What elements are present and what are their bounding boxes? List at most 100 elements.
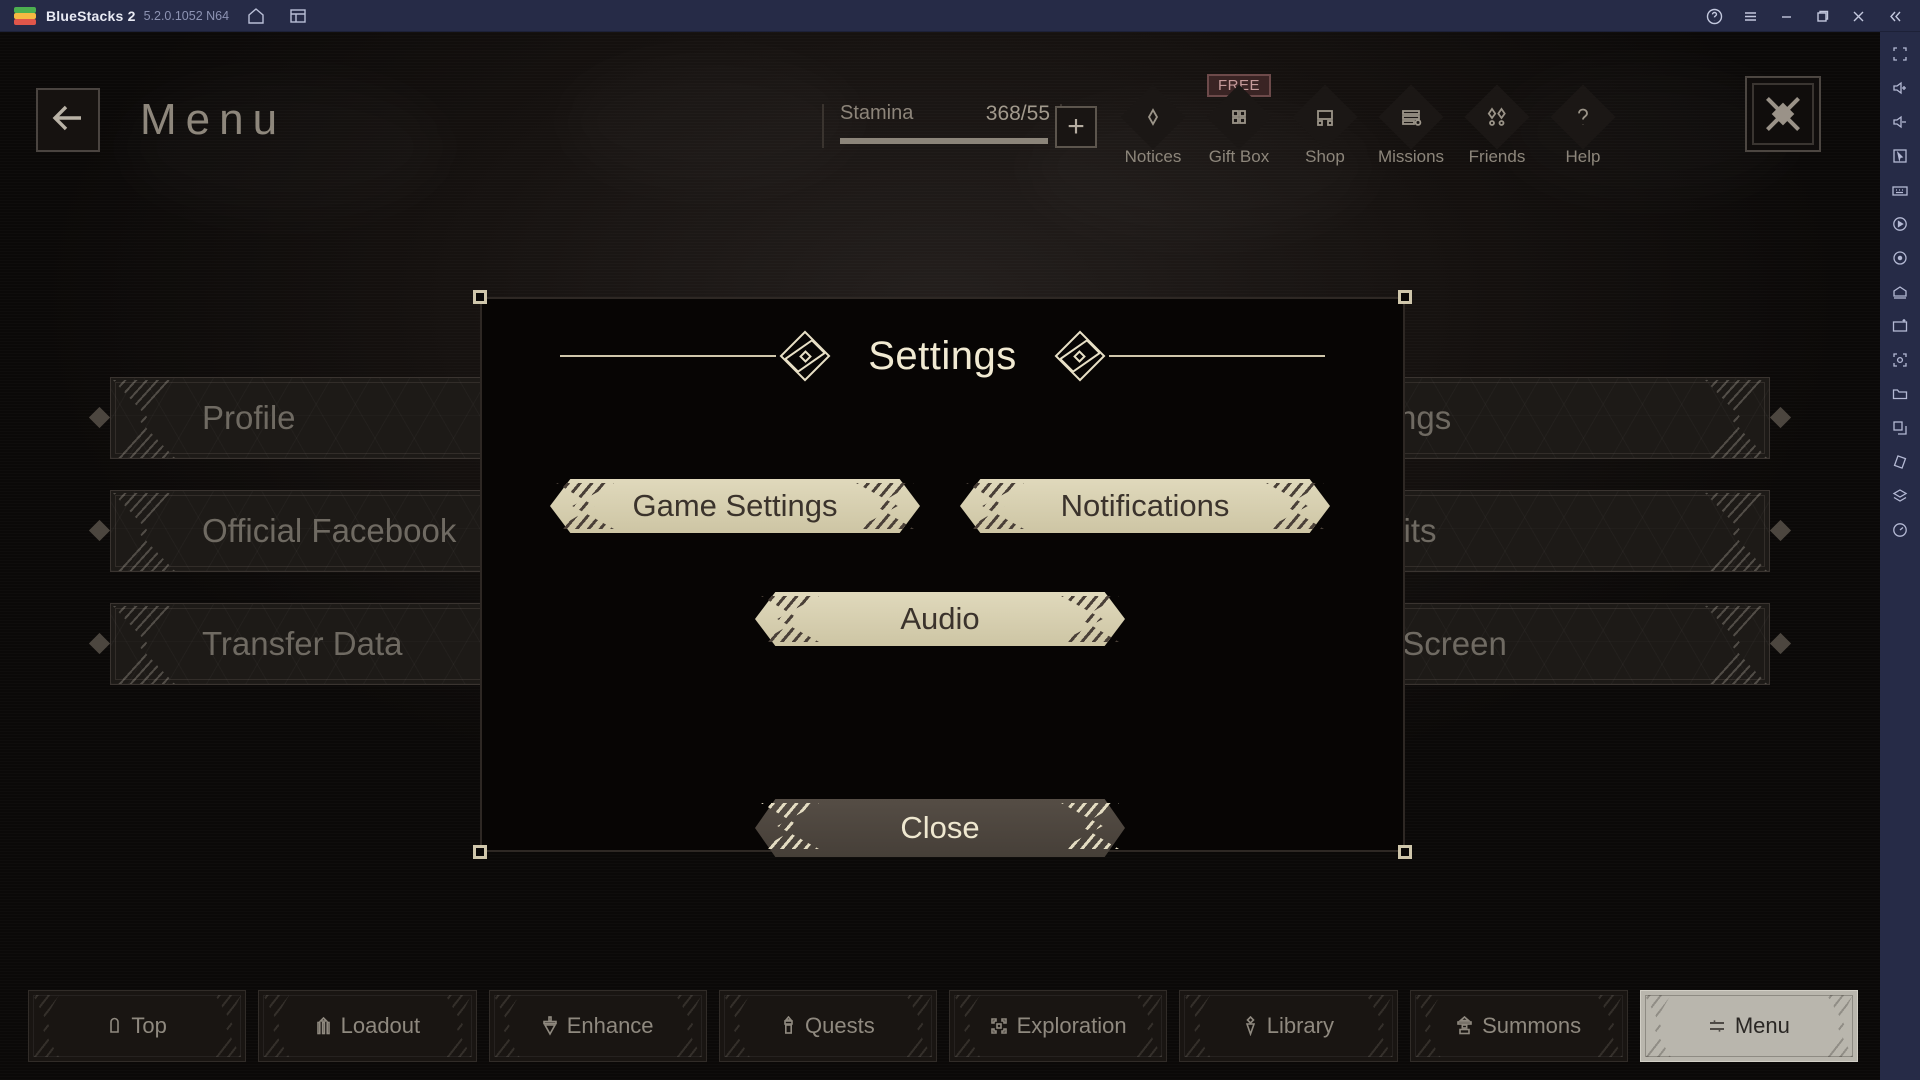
header-rule-right (1108, 355, 1325, 357)
stamina-value: 368/55 (985, 102, 1050, 125)
minimize-icon[interactable] (1768, 0, 1804, 32)
top-icon-bar: Notices FREE Gift Box Shop Missions Frie… (1110, 74, 1626, 167)
maximize-icon[interactable] (1804, 0, 1840, 32)
app-version: 5.2.0.1052 N64 (143, 8, 230, 23)
shop-icon (1292, 84, 1358, 150)
button-label: Close (900, 810, 980, 845)
top-icon-notices[interactable]: Notices (1110, 84, 1196, 167)
nav-tab-library[interactable]: Library (1179, 990, 1398, 1062)
nav-tab-menu[interactable]: Menu (1639, 990, 1858, 1062)
close-dialog-button[interactable]: Close (752, 796, 1128, 860)
page-title: Menu (140, 95, 287, 144)
keyboard-controls-icon[interactable] (1883, 174, 1917, 206)
macro-recorder-icon[interactable] (1883, 208, 1917, 240)
top-icon-friends[interactable]: Friends (1454, 84, 1540, 167)
bottom-navigation: Top Loadout Enhance Quests Exploration L… (28, 990, 1858, 1062)
notifications-button[interactable]: Notifications (957, 476, 1333, 536)
pointer-icon[interactable] (1883, 140, 1917, 172)
library-icon (1243, 1016, 1258, 1036)
media-manager-icon[interactable] (1883, 378, 1917, 410)
nav-tab-label: Enhance (566, 1013, 654, 1038)
install-apk-icon[interactable] (1883, 310, 1917, 342)
shake-icon[interactable] (1883, 446, 1917, 478)
nav-tab-label: Quests (805, 1013, 875, 1038)
collapse-icon[interactable] (1876, 0, 1912, 32)
nav-tab-label: Exploration (1016, 1013, 1127, 1038)
stamina-plus-button[interactable]: + (1055, 106, 1097, 148)
volume-up-icon[interactable] (1883, 72, 1917, 104)
exploration-icon (990, 1017, 1008, 1035)
stamina-label: Stamina (840, 102, 914, 124)
resize-handle-bottom-left[interactable] (473, 845, 487, 859)
close-x-icon (1752, 83, 1814, 145)
nav-tab-label: Summons (1482, 1013, 1582, 1038)
nav-tab-label: Library (1266, 1013, 1334, 1038)
copy-instance-icon[interactable] (1883, 412, 1917, 444)
close-icon[interactable] (1840, 0, 1876, 32)
resize-handle-top-left[interactable] (473, 290, 487, 304)
diamond-ornament-icon (1051, 327, 1109, 385)
nav-tab-loadout[interactable]: Loadout (258, 990, 477, 1062)
fullscreen-icon[interactable] (1883, 38, 1917, 70)
audio-button[interactable]: Audio (752, 589, 1128, 649)
multi-instance-icon[interactable] (283, 1, 313, 31)
missions-icon (1378, 84, 1444, 150)
top-icon-label: Help (1565, 147, 1601, 166)
summons-icon (1456, 1016, 1473, 1036)
nav-tab-label: Loadout (340, 1013, 421, 1038)
nav-tab-exploration[interactable]: Exploration (949, 990, 1168, 1062)
app-name: BlueStacks 2 (46, 7, 136, 24)
notices-icon (1120, 84, 1186, 150)
settings-dialog: Settings Game Settings Notifications Aud… (473, 290, 1412, 860)
dialog-header: Settings (482, 321, 1403, 391)
resize-handle-bottom-right[interactable] (1398, 845, 1412, 859)
nav-tab-label: Top (131, 1013, 167, 1038)
friends-icon (1464, 84, 1530, 150)
button-label: Game Settings (632, 488, 838, 523)
layers-icon[interactable] (1883, 480, 1917, 512)
bluestacks-sidebar (1880, 32, 1920, 1080)
top-icon-label: Friends (1468, 147, 1526, 166)
nav-tab-summons[interactable]: Summons (1409, 990, 1628, 1062)
button-label: Notifications (1060, 488, 1230, 523)
back-arrow-icon (51, 103, 85, 138)
loadout-icon (315, 1016, 332, 1036)
volume-down-icon[interactable] (1883, 106, 1917, 138)
help-icon (1550, 84, 1616, 150)
button-label: Audio (900, 601, 980, 636)
screenshot-icon[interactable] (1883, 344, 1917, 376)
top-icon-label: Gift Box (1208, 147, 1270, 166)
multi-instance-manager-icon[interactable] (1883, 276, 1917, 308)
top-icon-help[interactable]: Help (1540, 84, 1626, 167)
enhance-icon (542, 1016, 558, 1036)
rotate-icon[interactable] (1883, 242, 1917, 274)
nav-tab-enhance[interactable]: Enhance (488, 990, 707, 1062)
bluestacks-logo-icon (14, 6, 36, 25)
game-viewport: Menu Stamina 368/55 + Notices FREE Gift … (0, 32, 1880, 1080)
top-icon-shop[interactable]: Shop (1282, 84, 1368, 167)
bluestacks-titlebar: BlueStacks 2 5.2.0.1052 N64 (0, 0, 1920, 32)
top-icon-missions[interactable]: Missions (1368, 84, 1454, 167)
dialog-title: Settings (868, 333, 1017, 378)
diamond-ornament-icon (776, 327, 834, 385)
top-icon-label: Notices (1124, 147, 1182, 166)
hamburger-menu-icon[interactable] (1732, 0, 1768, 32)
quests-icon (781, 1016, 796, 1036)
performance-icon[interactable] (1883, 514, 1917, 546)
menu-icon (1708, 1017, 1726, 1035)
help-icon[interactable] (1696, 0, 1732, 32)
home-icon[interactable] (241, 1, 271, 31)
game-close-button[interactable] (1745, 76, 1821, 152)
back-button[interactable] (36, 88, 100, 152)
nav-tab-top[interactable]: Top (28, 990, 247, 1062)
top-icon-gift-box[interactable]: FREE Gift Box (1196, 74, 1282, 167)
nav-tab-quests[interactable]: Quests (718, 990, 937, 1062)
header-rule-left (560, 355, 777, 357)
game-settings-button[interactable]: Game Settings (547, 476, 923, 536)
window-controls (1696, 0, 1912, 32)
top-icon-label: Missions (1377, 147, 1445, 166)
stamina-bar (840, 138, 1048, 144)
stamina-meter: Stamina 368/55 (822, 100, 1062, 152)
resize-handle-top-right[interactable] (1398, 290, 1412, 304)
top-icon (107, 1016, 122, 1036)
